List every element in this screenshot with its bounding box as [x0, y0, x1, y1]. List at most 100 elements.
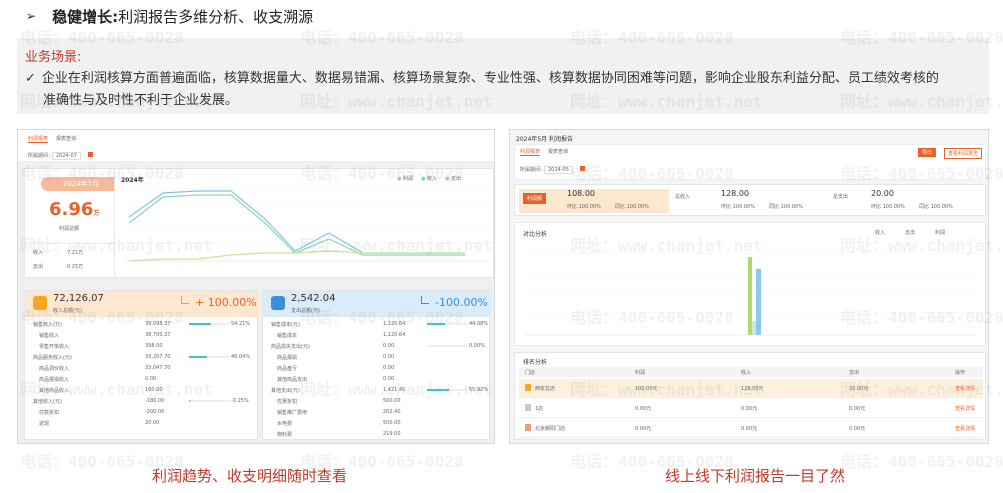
check-icon: ✓ [25, 71, 36, 86]
rank-view-detail-link[interactable]: 查看详情 [955, 385, 975, 392]
expense-total-label: 支出总额(元) [291, 308, 320, 314]
income-total-label: 收入总额(元) [53, 308, 82, 314]
expense-item-value: 219.00 [383, 431, 401, 437]
expense-ratio-bar [427, 389, 467, 391]
expense-item-value: 1,120.64 [383, 321, 406, 327]
kpi-income-value: 128.00 [721, 189, 749, 198]
tab-profit-report[interactable]: 利润报表 [28, 135, 49, 143]
income-change: + 100.00% [195, 296, 257, 309]
tab-report-query[interactable]: 报表查询 [56, 135, 76, 142]
scene-line-1: 企业在利润核算方面普遍面临，核算数据量大、数据易错漏、核算场景复杂、专业性强、核… [41, 71, 939, 86]
database-icon [271, 296, 285, 310]
trend-chart-card: 2024年 ● 利润 ● 收入 ● 支出 [114, 168, 494, 278]
medal-icon [525, 404, 531, 411]
rank-table-card: 排名分析 门店 利润 收入 支出 操作 西安总店 100.00元 128.00元 20… [514, 352, 986, 440]
expense-item-value: 500.00 [383, 420, 401, 426]
trend-down-icon [421, 296, 429, 304]
expense-detail-card: 2,542.04 支出总额(元) -100.00% 销售成本(元) 1,120.6… [262, 290, 491, 440]
right-tab-report-query[interactable]: 报表查询 [548, 148, 568, 155]
right-calendar-icon[interactable] [580, 166, 585, 171]
expense-row-label: 支出 [33, 264, 44, 270]
expense-ratio-bar [427, 345, 467, 347]
expense-item-label: 优惠折扣 [277, 399, 298, 405]
kpi-income-sub2: 同比 100.00% [769, 204, 803, 210]
expense-item-value: 0.00 [383, 343, 395, 349]
calendar-icon[interactable] [88, 152, 93, 157]
expense-item-label: 其他商品支出 [277, 377, 308, 383]
income-total-value: 72,126.07 [53, 293, 104, 304]
income-item-label: 商品调价收入 [39, 366, 70, 372]
expense-item-label: 商品损失支出(元) [271, 344, 310, 350]
rank-income: 0.00元 [741, 426, 758, 432]
rank-header-income: 收入 [741, 370, 752, 376]
profit-total-unit: 万 [93, 210, 100, 217]
watermark-text: 电话：400-665-0028 [840, 452, 1003, 471]
headline: ➢ 稳健增长: 利润报告多维分析、收支溯源 [26, 4, 313, 28]
profit-total-label: 利润总额 [59, 226, 80, 232]
coin-stack-icon [33, 296, 47, 310]
period-select[interactable]: 2024-07 [52, 152, 81, 160]
rank-store: 北京朝阳门店 [535, 426, 566, 432]
rank-view-detail-link[interactable]: 查看详情 [955, 425, 975, 432]
income-item-pct: -0.25% [231, 398, 249, 404]
rank-header-op: 操作 [955, 370, 966, 376]
kpi-income-sub1: 环比 100.00% [721, 204, 755, 210]
expense-item-pct: 55.92% [469, 387, 489, 393]
income-item-value: 39,098.37 [145, 321, 171, 327]
rank-profit: 0.00元 [635, 426, 652, 432]
report-title: 2024年5月 利润报告 [516, 136, 573, 143]
income-item-label: 销售收入(元) [33, 322, 62, 328]
month-badge: 2024年7月 [41, 177, 121, 191]
rank-expense: 0.00元 [849, 426, 866, 432]
bar-expense [752, 321, 756, 335]
income-item-pct: 54.21% [231, 321, 251, 327]
headline-text: 利润报告多维分析、收支溯源 [118, 7, 314, 26]
trend-line-chart [125, 188, 487, 262]
income-detail-card: 72,126.07 收入总额(元) + 100.00% 销售收入(元) 39,09… [24, 290, 259, 440]
scene-text: ✓ 企业在利润核算方面普遍面临，核算数据量大、数据易错漏、核算场景复杂、专业性强、… [25, 68, 981, 112]
right-tab-profit-report[interactable]: 利润报表 [520, 148, 541, 156]
rank-view-detail-link[interactable]: 查看详情 [955, 405, 975, 412]
expense-item-value: 0.00 [383, 376, 395, 382]
kpi-expense-sub2: 同比 100.00% [919, 204, 953, 210]
profit-line [128, 250, 465, 262]
caption-left: 利润趋势、收支明细随时查看 [152, 467, 348, 485]
expense-total-value: 2,542.04 [291, 293, 336, 304]
income-item-value: 38,700.37 [145, 332, 171, 338]
view-report-button[interactable]: 查看利润报告 [944, 148, 983, 159]
income-item-value: 398.00 [145, 343, 163, 349]
medal-icon [525, 384, 531, 391]
compare-chart-card: 对比分析 收入 支出 利润 [514, 222, 986, 346]
expense-row-value: 0.25万 [67, 264, 84, 270]
income-ratio-bar [189, 400, 229, 402]
rank-header-profit: 利润 [635, 370, 646, 376]
kpi-profit-sub2: 同比 100.00% [615, 204, 649, 210]
income-item-label: 商品报损收入 [39, 377, 70, 383]
rank-profit: 100.00元 [635, 386, 658, 392]
expense-item-value: 1,421.40 [383, 387, 406, 393]
bar-income [748, 257, 752, 335]
income-item-pct: 46.04% [231, 354, 251, 360]
expense-item-value: 202.40 [383, 409, 401, 415]
income-item-value: 160.00 [145, 387, 163, 393]
left-report-screenshot: 利润报表 报表查询 所属期间： 2024-07 2024年7月 6.96万 利润… [17, 129, 495, 444]
income-item-label: 其他收入(元) [33, 399, 62, 405]
kpi-profit-sub1: 环比 100.00% [567, 204, 601, 210]
expense-item-label: 销售成本 [277, 333, 298, 339]
export-button[interactable]: 导出 [918, 148, 937, 157]
kpi-profit-value: 108.00 [567, 189, 595, 198]
bar-profit [756, 269, 761, 335]
expense-item-label: 其他支出(元) [271, 388, 300, 394]
kpi-income-name: 总收入 [675, 194, 691, 200]
expense-ratio-fill [427, 389, 450, 391]
expense-item-value: 0.00 [383, 365, 395, 371]
expense-item-label: 商品盘亏 [277, 366, 298, 372]
kpi-expense-value: 20.00 [871, 189, 894, 198]
income-item-value: 20.00 [145, 420, 160, 426]
scene-title: 业务场景: [25, 50, 82, 65]
trend-up-icon [181, 296, 189, 304]
expense-item-label: 销售推广费用 [277, 410, 308, 416]
rank-header-expense: 支出 [849, 370, 860, 376]
right-period-select[interactable]: 2024-05 [544, 166, 573, 174]
scene-line-2: 准确性与及时性不利于企业发展。 [43, 93, 239, 108]
